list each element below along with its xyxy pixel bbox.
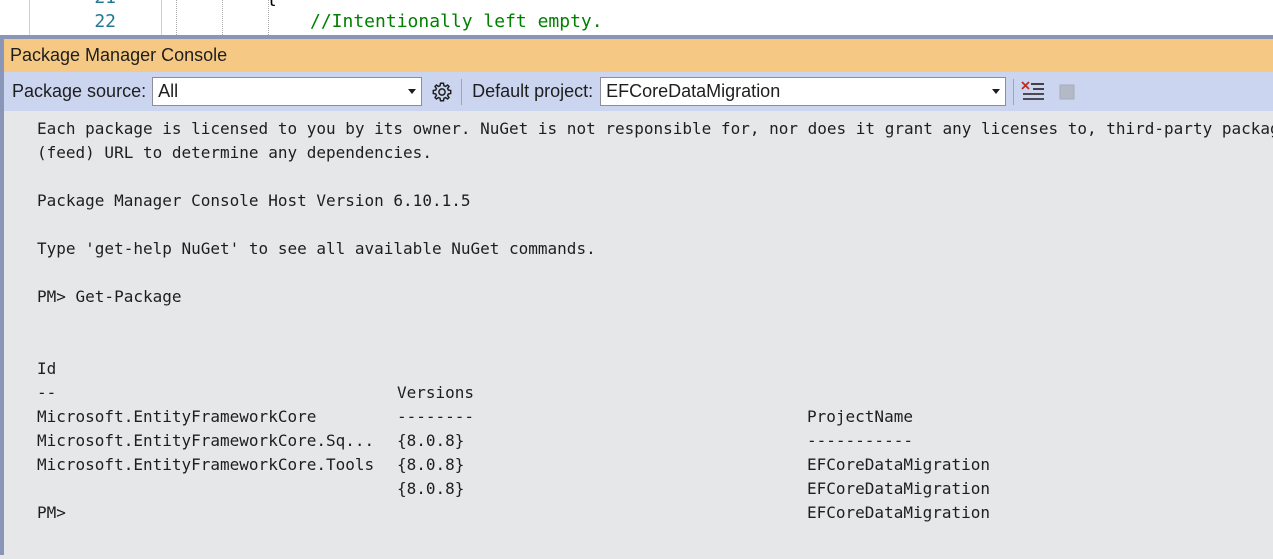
table-row: Microsoft.EntityFrameworkCore.Tools {8.0…	[37, 429, 990, 549]
table-header: Versions	[397, 383, 475, 402]
console-output[interactable]: Each package is licensed to you by its o…	[8, 115, 1273, 559]
console-line: Type 'get-help NuGet' to see all availab…	[37, 239, 596, 258]
package-version: {8.0.8}	[397, 431, 465, 450]
package-version: {8.0.8}	[397, 455, 465, 474]
line-number: 22	[94, 11, 116, 32]
gear-icon	[432, 82, 452, 101]
code-editor[interactable]: 21 { 22 //Intentionally left empty.	[0, 0, 1273, 35]
line-number: 21	[0, 0, 116, 10]
editor-line-21: 21 {	[0, 0, 1273, 10]
editor-line-22: 22 //Intentionally left empty.	[0, 10, 1273, 34]
default-project-label: Default project:	[472, 81, 594, 101]
console-line: Each package is licensed to you by its o…	[37, 119, 1273, 138]
dropdown-arrow-icon	[992, 89, 1001, 94]
console-prompt[interactable]: PM>	[37, 501, 66, 525]
settings-button[interactable]	[428, 77, 456, 106]
package-id: Microsoft.EntityFrameworkCore.Tools	[37, 455, 375, 474]
table-underline: -----------	[807, 431, 913, 450]
package-source-label: Package source:	[12, 81, 147, 101]
package-project: EFCoreDataMigration	[807, 479, 991, 498]
console-line: (feed) URL to determine any dependencies…	[37, 143, 432, 162]
toolbar-separator	[461, 78, 463, 105]
console-toolbar: Package source: All Default project: EFC…	[4, 72, 1273, 111]
window-title-bar[interactable]: Package Manager Console	[4, 39, 1273, 72]
default-project-dropdown[interactable]: EFCoreDataMigration	[600, 77, 1007, 106]
package-manager-console-window: Package Manager Console Package source: …	[0, 35, 1273, 559]
table-header: ProjectName	[807, 407, 913, 426]
window-title: Package Manager Console	[10, 45, 228, 65]
toolbar-separator	[1013, 78, 1015, 105]
package-project: EFCoreDataMigration	[807, 455, 991, 474]
default-project-value: EFCoreDataMigration	[606, 81, 781, 101]
console-line: Package Manager Console Host Version 6.1…	[37, 191, 471, 210]
code-text: {	[266, 0, 277, 10]
code-comment: //Intentionally left empty.	[310, 11, 603, 32]
package-project: EFCoreDataMigration	[807, 503, 991, 522]
console-command: PM> Get-Package	[37, 287, 182, 306]
stop-button[interactable]	[1053, 77, 1081, 106]
clear-console-icon	[1021, 80, 1045, 100]
package-source-value: All	[158, 81, 179, 101]
stop-icon	[1059, 84, 1075, 99]
clear-console-button[interactable]	[1019, 77, 1047, 106]
dropdown-arrow-icon	[408, 89, 417, 94]
package-version: {8.0.8}	[397, 479, 465, 498]
package-source-dropdown[interactable]: All	[152, 77, 423, 106]
table-underline: --------	[397, 407, 475, 426]
